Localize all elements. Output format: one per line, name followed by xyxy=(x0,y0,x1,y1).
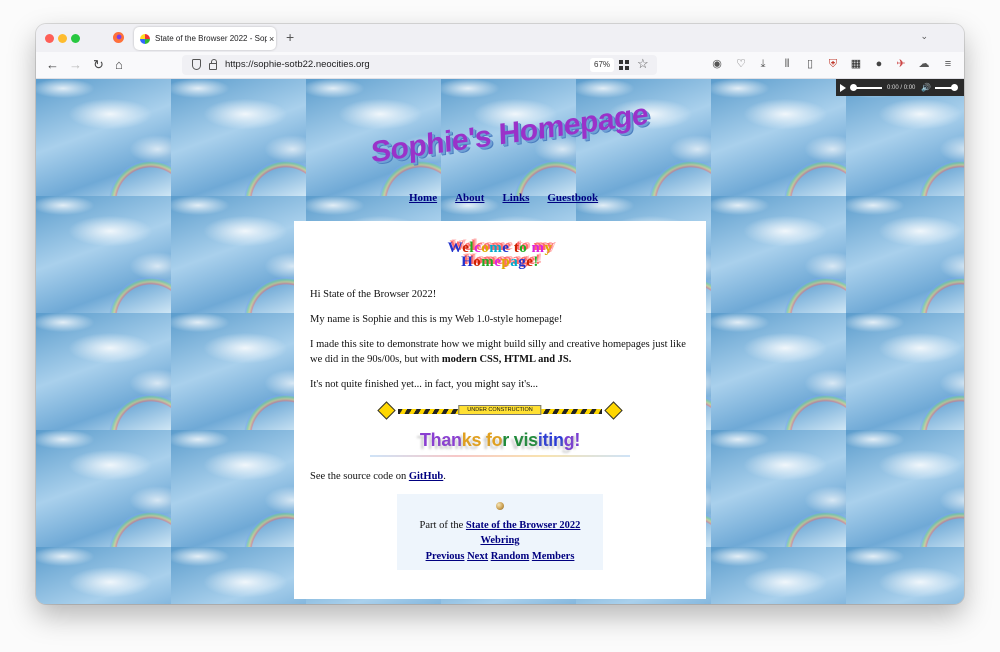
welcome-letter: m xyxy=(481,254,495,270)
nav-link-guestbook[interactable]: Guestbook xyxy=(547,192,598,204)
firefox-view-icon[interactable] xyxy=(113,32,124,43)
qr-code-icon[interactable] xyxy=(619,60,629,70)
intro-text: My name is Sophie and this is my Web 1.0… xyxy=(310,314,563,325)
tab-close-icon[interactable]: × xyxy=(269,34,274,44)
webring-name-link[interactable]: State of the Browser 2022 xyxy=(466,520,581,531)
rainbow-divider xyxy=(370,455,630,457)
zoom-window-button[interactable] xyxy=(71,34,80,43)
minimize-window-button[interactable] xyxy=(58,34,67,43)
thanks-word: for xyxy=(485,430,510,450)
welcome-letter: H xyxy=(461,254,474,270)
forward-button[interactable]: → xyxy=(69,57,82,73)
new-tab-button[interactable]: + xyxy=(286,30,294,44)
bold-text: modern CSS, HTML and JS. xyxy=(441,354,572,365)
library-icon[interactable]: ⫴ xyxy=(780,57,794,71)
welcome-banner: Welcome to my Homepage! xyxy=(310,240,690,270)
page-viewport: 0:00 / 0:00 🔊 Sophie's Homepage Home Abo… xyxy=(36,79,964,604)
sidebar-icon[interactable]: ▯ xyxy=(803,57,817,71)
github-link[interactable]: GitHub xyxy=(409,471,443,482)
bookmark-star-icon[interactable]: ☆ xyxy=(637,56,649,72)
source-text: See the source code on GitHub. xyxy=(310,471,446,482)
reload-button[interactable]: ↻ xyxy=(93,57,104,73)
welcome-letter: y xyxy=(544,240,553,256)
volume-slider[interactable] xyxy=(935,83,959,91)
greeting-text: Hi State of the Browser 2022! xyxy=(310,289,437,300)
webring-members-link[interactable]: Members xyxy=(532,551,575,562)
tracking-protection-shield-icon[interactable] xyxy=(192,59,201,70)
webring-box: Part of the State of the Browser 2022 We… xyxy=(397,494,603,570)
content-box: Welcome to my Homepage! Hi State of the … xyxy=(294,221,706,599)
welcome-line-2: Homepage! xyxy=(310,254,690,270)
under-construction-label: UNDER CONSTRUCTION xyxy=(458,405,542,415)
home-button[interactable]: ⌂ xyxy=(115,57,123,73)
unfinished-text: It's not quite finished yet... in fact, … xyxy=(310,379,539,390)
url-text[interactable]: https://sophie-sotb22.neocities.org xyxy=(225,59,370,70)
webring-planet-icon xyxy=(496,502,504,510)
url-bar[interactable]: https://sophie-sotb22.neocities.org 67% … xyxy=(182,55,657,75)
nav-link-about[interactable]: About xyxy=(455,192,484,204)
extensions-icon[interactable]: ▦ xyxy=(849,57,863,71)
ublock-icon[interactable]: ⛨ xyxy=(826,57,840,71)
site-title: Sophie's Homepage xyxy=(370,97,649,170)
description-text: I made this site to demonstrate how we m… xyxy=(310,339,686,365)
navigation-bar: ← → ↻ ⌂ https://sophie-sotb22.neocities.… xyxy=(36,52,964,79)
browser-window: State of the Browser 2022 - Sop × + ⌄ ← … xyxy=(36,24,964,604)
vpn-icon[interactable]: ✈ xyxy=(894,57,908,71)
welcome-letter: p xyxy=(501,254,511,270)
s-extension-icon[interactable]: ● xyxy=(872,57,886,71)
welcome-letter: ! xyxy=(533,254,539,270)
webring-link[interactable]: Webring xyxy=(480,535,519,546)
site-nav: Home About Links Guestbook xyxy=(409,192,616,204)
tab-favicon-icon xyxy=(140,33,150,44)
thanks-word: visiting! xyxy=(513,430,581,450)
construction-sign-icon xyxy=(377,401,396,420)
welcome-line-1: Welcome to my xyxy=(310,240,690,256)
thanks-for-visiting: Thanks for visiting! xyxy=(310,430,690,451)
audio-time: 0:00 / 0:00 xyxy=(887,84,916,91)
lock-icon[interactable] xyxy=(209,59,217,70)
construction-sign-icon xyxy=(604,401,623,420)
under-construction-banner: UNDER CONSTRUCTION xyxy=(377,401,623,422)
nav-link-home[interactable]: Home xyxy=(409,192,437,204)
webring-random-link[interactable]: Random xyxy=(491,551,530,562)
audio-seek-slider[interactable] xyxy=(850,83,882,91)
webring-next-link[interactable]: Next xyxy=(467,551,488,562)
webring-previous-link[interactable]: Previous xyxy=(426,551,465,562)
thanks-word: Thanks xyxy=(419,430,482,450)
nav-link-links[interactable]: Links xyxy=(502,192,529,204)
tab-title: State of the Browser 2022 - Sop xyxy=(155,34,267,43)
tab-list-chevron-icon[interactable]: ⌄ xyxy=(920,31,928,42)
tab-strip: State of the Browser 2022 - Sop × + ⌄ xyxy=(36,24,964,52)
tab-active[interactable]: State of the Browser 2022 - Sop × xyxy=(134,27,276,50)
audio-player: 0:00 / 0:00 🔊 xyxy=(836,79,964,96)
close-window-button[interactable] xyxy=(45,34,54,43)
menu-icon[interactable]: ≡ xyxy=(941,57,955,71)
play-icon[interactable] xyxy=(840,83,846,92)
pocket-icon[interactable]: ♡ xyxy=(734,57,748,71)
zoom-level-badge[interactable]: 67% xyxy=(590,58,615,72)
volume-icon[interactable]: 🔊 xyxy=(921,83,931,92)
cloud-icon[interactable]: ☁ xyxy=(917,57,931,71)
download-icon[interactable]: ⤓ xyxy=(756,57,770,71)
back-button[interactable]: ← xyxy=(46,57,59,73)
account-icon[interactable]: ◉ xyxy=(710,57,724,71)
welcome-letter: W xyxy=(447,240,463,256)
